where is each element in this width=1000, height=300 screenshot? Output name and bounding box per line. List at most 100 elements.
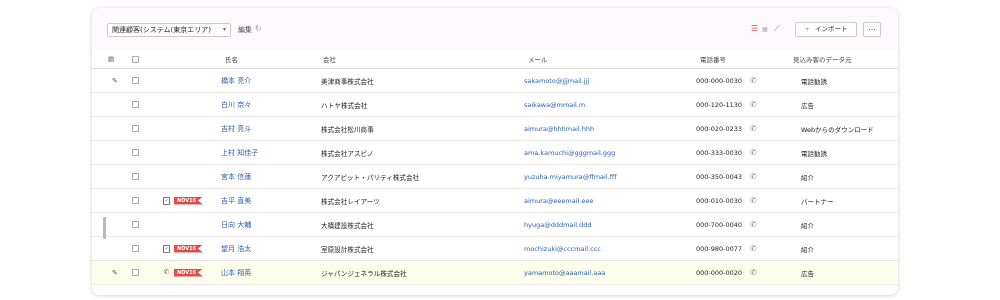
view-select-label: 関連顧客(システム(東京エリア) (112, 26, 211, 34)
activity-flags (163, 165, 223, 188)
column-header-company[interactable]: 会社 (323, 50, 523, 68)
email-link[interactable]: hyuga@dddmail.ddd (524, 213, 694, 236)
edit-pencil-icon[interactable]: ✎ (112, 69, 120, 92)
table-row[interactable]: 上村 知佳子 株式会社アスビノ ama.kamuchi@gggmail.ggg 000… (92, 141, 898, 165)
row-checkbox[interactable] (132, 189, 140, 212)
column-header-source[interactable]: 見込み客のデータ元 (793, 50, 888, 68)
email-link[interactable]: ama.kamuchi@gggmail.ggg (524, 141, 694, 164)
table-row[interactable]: 吉村 亮斗 株式会社松川商事 aimura@hhhmail.hhh 000-020-0… (92, 117, 898, 141)
table-row[interactable]: 白川 奈々 ハトヤ株式会社 saikawa@mmail.m 000-120-1130 ✆… (92, 93, 898, 117)
lead-name-link[interactable]: 上村 知佳子 (221, 141, 311, 164)
activity-flags: ✓ NOV16 (163, 237, 223, 260)
row-checkbox[interactable] (132, 141, 140, 164)
phone-icon[interactable]: ✆ (750, 237, 760, 260)
list-view-icon[interactable]: ☰ (751, 24, 758, 33)
row-checkbox[interactable] (132, 213, 140, 236)
source-cell: 紹介 (801, 221, 814, 230)
email-link[interactable]: saikawa@mmail.m (524, 93, 694, 116)
column-header-phone[interactable]: 電話番号 (700, 50, 770, 68)
checkbox-box (132, 149, 139, 156)
lead-name-link[interactable]: 白川 奈々 (221, 93, 311, 116)
task-icon[interactable]: ✓ (163, 244, 170, 253)
company-cell: アクアビット・パリティ株式会社 (321, 173, 420, 182)
refresh-icon[interactable]: ↻ (255, 24, 262, 33)
table-row[interactable]: ✓ NOV16 望月 浩太 室原設計株式会社 mochizuki@cccmail.ccc… (92, 237, 898, 261)
phone-icon[interactable]: ✆ (750, 93, 760, 116)
company-cell: 美津商事株式会社 (321, 77, 374, 86)
more-actions-button[interactable]: … (863, 22, 881, 37)
checkbox-box (132, 101, 139, 108)
column-header-name[interactable]: 氏名 (225, 50, 315, 68)
email-link[interactable]: yuzuha.miyamura@ffmail.fff (524, 165, 694, 188)
row-checkbox[interactable] (132, 165, 140, 188)
company-cell: 株式会社松川商事 (321, 125, 374, 134)
checkbox-box (132, 197, 139, 204)
view-select[interactable]: 関連顧客(システム(東京エリア) ▾ (107, 23, 231, 37)
select-all-checkbox[interactable] (132, 50, 140, 68)
company-cell: ジャパンジェネラル株式会社 (321, 269, 407, 278)
checkbox-box (132, 77, 139, 84)
import-button-label: インポート (814, 25, 848, 33)
source-cell: 広告 (801, 101, 814, 110)
phone-icon[interactable]: ✆ (750, 141, 760, 164)
source-cell: 紹介 (801, 173, 814, 182)
lead-name-link[interactable]: 吉平 直美 (221, 189, 311, 212)
activity-flags (163, 141, 223, 164)
source-cell: Webからのダウンロード (801, 125, 874, 134)
activity-flags: ✓ NOV16 (163, 189, 223, 212)
activity-flags (163, 213, 223, 236)
email-link[interactable]: sakamoto@jjjmail.jjj (524, 69, 694, 92)
phone-icon[interactable]: ✆ (750, 117, 760, 140)
phone-icon[interactable]: ✆ (750, 261, 760, 284)
email-link[interactable]: aimura@hhhmail.hhh (524, 117, 694, 140)
lead-name-link[interactable]: 望月 浩太 (221, 237, 311, 260)
checkbox-box (132, 245, 139, 252)
resize-handle[interactable] (103, 217, 106, 239)
company-cell: ハトヤ株式会社 (321, 101, 368, 110)
table-row[interactable]: ✎ ✆ NOV16 山本 翔英 ジャパンジェネラル株式会社 yamamoto@aaamai… (92, 261, 898, 285)
row-checkbox[interactable] (132, 69, 140, 92)
email-link[interactable]: mochizuki@cccmail.ccc (524, 237, 694, 260)
column-settings-icon[interactable]: ▤ (108, 50, 118, 68)
checkbox-box (132, 173, 139, 180)
call-activity-icon[interactable]: ✆ (163, 268, 170, 277)
row-checkbox[interactable] (132, 93, 140, 116)
task-icon[interactable]: ✓ (163, 196, 170, 205)
checkbox-box (132, 269, 139, 276)
email-link[interactable]: aimura@eeemail.eee (524, 189, 694, 212)
grid-view-icon[interactable]: ▦ (762, 26, 768, 33)
lead-name-link[interactable]: 吉村 亮斗 (221, 117, 311, 140)
company-cell: 株式会社レイアーツ (321, 197, 380, 206)
import-button[interactable]: + インポート (795, 22, 857, 37)
leads-list-card: 関連顧客(システム(東京エリア) ▾ 編集 ↻ ☰ ▦ ⟋ + インポート … ▤… (92, 8, 898, 295)
row-checkbox[interactable] (132, 117, 140, 140)
activity-flags (163, 69, 223, 92)
lead-name-link[interactable]: 山本 翔英 (221, 261, 311, 284)
row-checkbox[interactable] (132, 237, 140, 260)
plus-icon: + (804, 25, 810, 33)
row-checkbox[interactable] (132, 261, 140, 284)
chevron-down-icon: ▾ (222, 26, 226, 33)
column-header-email[interactable]: メール (528, 50, 698, 68)
source-cell: パートナー (801, 197, 834, 206)
lead-name-link[interactable]: 橋本 亮介 (221, 69, 311, 92)
table-row[interactable]: 宮本 信蓮 アクアビット・パリティ株式会社 yuzuha.miyamura@ffma… (92, 165, 898, 189)
chart-view-icon[interactable]: ⟋ (774, 24, 780, 34)
table-row[interactable]: ✎ 橋本 亮介 美津商事株式会社 sakamoto@jjjmail.jjj 000-00… (92, 69, 898, 93)
table-row[interactable]: ✓ NOV16 吉平 直美 株式会社レイアーツ aimura@eeemail.eee 00… (92, 189, 898, 213)
edit-pencil-icon[interactable]: ✎ (112, 261, 120, 284)
phone-icon[interactable]: ✆ (750, 213, 760, 236)
checkbox-box (132, 55, 139, 63)
table-row[interactable]: 日向 大輔 大橋建設株式会社 hyuga@dddmail.ddd 000-700-00… (92, 213, 898, 237)
phone-icon[interactable]: ✆ (750, 189, 760, 212)
lead-name-link[interactable]: 日向 大輔 (221, 213, 311, 236)
edit-view-link[interactable]: 編集 (238, 25, 252, 35)
activity-flags: ✆ NOV16 (163, 261, 223, 284)
lead-name-link[interactable]: 宮本 信蓮 (221, 165, 311, 188)
phone-icon[interactable]: ✆ (750, 69, 760, 92)
company-cell: 室原設計株式会社 (321, 245, 374, 254)
phone-icon[interactable]: ✆ (750, 165, 760, 188)
tag-badge: NOV16 (174, 196, 204, 205)
email-link[interactable]: yamamoto@aaamail.aaa (524, 261, 694, 284)
list-toolbar: 関連顧客(システム(東京エリア) ▾ 編集 ↻ ☰ ▦ ⟋ + インポート … (92, 8, 898, 50)
